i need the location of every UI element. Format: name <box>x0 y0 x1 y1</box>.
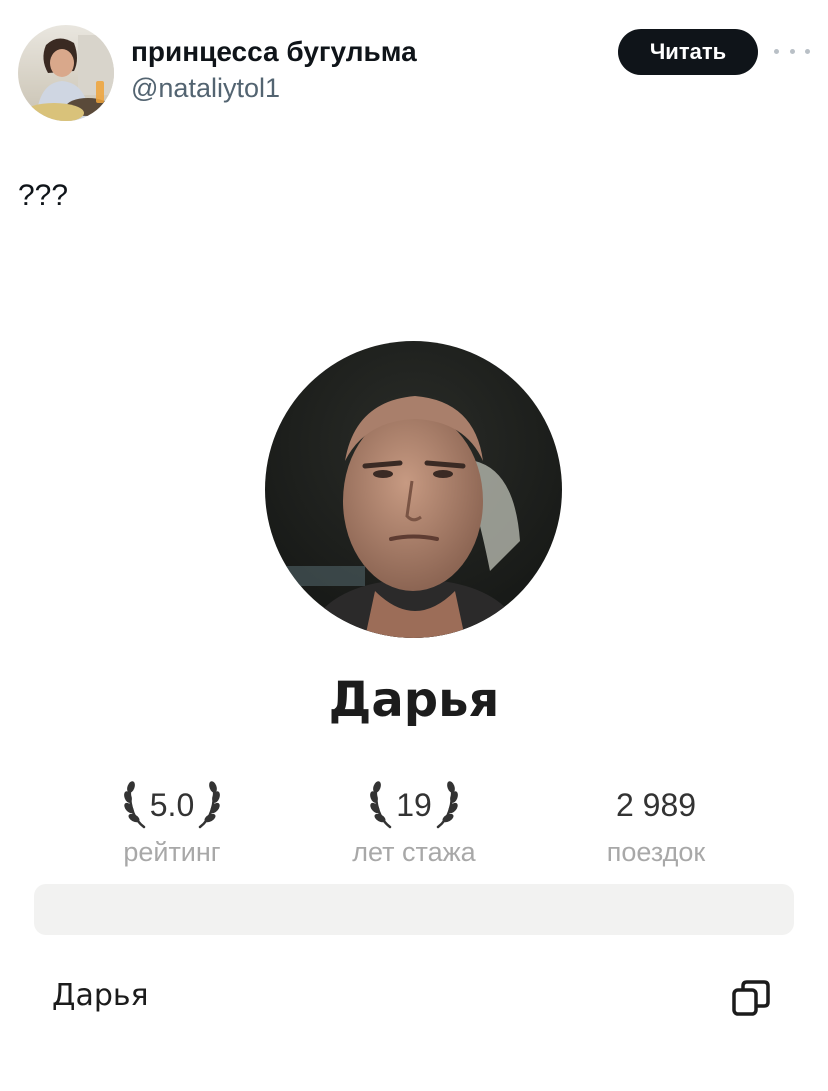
driver-name: Дарья <box>328 672 500 728</box>
laurel-right-icon <box>196 779 221 831</box>
driver-portrait <box>265 341 562 638</box>
tweet-text: ??? <box>18 179 69 212</box>
stat-rating-value: 5.0 <box>149 787 195 823</box>
author-name[interactable]: принцесса бугульма <box>131 34 417 70</box>
info-bar <box>34 884 794 935</box>
stat-trips: 2 989 поездок <box>546 775 766 869</box>
laurel-left-icon <box>123 779 148 831</box>
laurel-right-icon <box>434 779 458 831</box>
author-info: принцесса бугульма @nataliytol1 <box>131 34 417 105</box>
stat-rating: 5.0 рейтинг <box>62 775 282 869</box>
stat-experience-value: 19 <box>396 787 432 823</box>
follow-button[interactable]: Читать <box>618 29 758 75</box>
stat-trips-label: поездок <box>606 837 706 867</box>
copy-icon[interactable] <box>730 978 772 1018</box>
author-avatar[interactable] <box>18 25 114 121</box>
stat-experience-label: лет стажа <box>352 837 476 867</box>
author-avatar-photo <box>18 25 114 121</box>
more-options-icon[interactable] <box>774 40 810 62</box>
author-handle[interactable]: @nataliytol1 <box>131 71 417 105</box>
dot <box>774 48 779 54</box>
dot <box>789 48 795 54</box>
driver-photo <box>265 341 562 638</box>
dot <box>805 48 810 54</box>
stat-experience: 19 лет стажа <box>304 775 524 869</box>
laurel-left-icon <box>370 779 394 831</box>
stat-rating-label: рейтинг <box>123 837 221 867</box>
stat-trips-value: 2 989 <box>615 787 697 823</box>
driver-name-row: Дарья <box>52 978 149 1013</box>
